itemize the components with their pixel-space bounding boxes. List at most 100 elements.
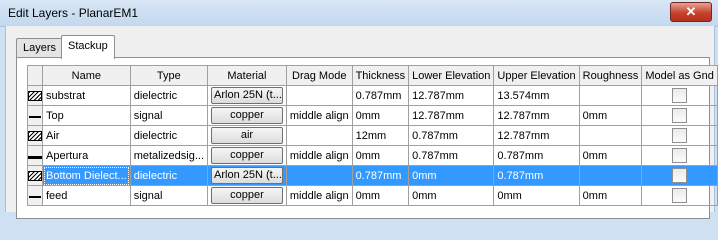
cell-type[interactable]: signal (129, 105, 209, 126)
material-button[interactable]: copper (211, 147, 283, 164)
row-header[interactable] (27, 125, 43, 146)
material-button[interactable]: copper (211, 187, 283, 204)
signal-line-icon (29, 196, 41, 199)
signal-line-icon (29, 116, 41, 119)
cell-model-as-gnd (641, 145, 718, 166)
cell-roughness[interactable]: 0mm (578, 145, 643, 166)
table-row[interactable]: substrat dielectric Arlon 25N (t... 0.78… (27, 85, 718, 106)
cell-upper-elevation[interactable]: 0.787mm (493, 165, 580, 186)
hatched-dielectric-icon (28, 170, 42, 181)
cell-thickness[interactable]: 0mm (351, 105, 410, 126)
cell-drag-mode[interactable]: middle align (285, 105, 353, 126)
cell-thickness[interactable]: 0mm (351, 185, 410, 206)
tab-stackup[interactable]: Stackup (61, 35, 115, 59)
cell-type[interactable]: dielectric (129, 165, 209, 186)
close-button[interactable]: ✕ (670, 2, 712, 22)
col-header-roughness[interactable]: Roughness (578, 65, 643, 86)
cell-roughness[interactable]: 0mm (578, 105, 643, 126)
row-header[interactable] (27, 85, 43, 106)
cell-name[interactable]: Bottom Dielect... (42, 165, 131, 186)
header-corner (27, 65, 43, 86)
row-header[interactable] (27, 165, 43, 186)
cell-lower-elevation[interactable]: 0mm (408, 185, 495, 206)
cell-roughness[interactable]: 0mm (578, 185, 643, 206)
cell-lower-elevation[interactable]: 12.787mm (408, 85, 495, 106)
row-header[interactable] (27, 105, 43, 126)
cell-drag-mode[interactable] (285, 165, 353, 186)
cell-name[interactable]: feed (42, 185, 131, 206)
cell-lower-elevation[interactable]: 0mm (408, 165, 495, 186)
cell-material: Arlon 25N (t... (207, 85, 287, 106)
stackup-grid: Name Type Material Drag Mode Thickness L… (27, 65, 718, 206)
table-row-selected[interactable]: Bottom Dielect... dielectric Arlon 25N (… (27, 165, 718, 186)
cell-upper-elevation[interactable]: 0mm (493, 185, 580, 206)
cell-thickness[interactable]: 0mm (351, 145, 410, 166)
cell-name[interactable]: substrat (42, 85, 131, 106)
cell-drag-mode[interactable] (285, 125, 353, 146)
cell-material: Arlon 25N (t... (207, 165, 287, 186)
material-button[interactable]: Arlon 25N (t... (211, 87, 283, 104)
cell-model-as-gnd (641, 105, 718, 126)
table-row[interactable]: Air dielectric air 12mm 0.787mm 12.787mm (27, 125, 718, 146)
table-row[interactable]: Top signal copper middle align 0mm 12.78… (27, 105, 718, 126)
hatched-dielectric-icon (28, 130, 42, 141)
dialog-client-area: Layers Stackup Name Type Material Drag M… (5, 26, 718, 219)
cell-upper-elevation[interactable]: 12.787mm (493, 105, 580, 126)
model-as-gnd-checkbox[interactable] (672, 108, 688, 123)
cell-material: copper (207, 145, 287, 166)
cell-roughness[interactable] (578, 165, 643, 186)
model-as-gnd-checkbox[interactable] (672, 88, 688, 103)
cell-name[interactable]: Air (42, 125, 131, 146)
model-as-gnd-checkbox[interactable] (672, 148, 688, 163)
cell-type[interactable]: dielectric (129, 125, 209, 146)
col-header-material[interactable]: Material (207, 65, 287, 86)
cell-roughness[interactable] (578, 125, 643, 146)
tab-layers[interactable]: Layers (16, 38, 64, 58)
cell-drag-mode[interactable]: middle align (285, 145, 353, 166)
col-header-lower-elevation[interactable]: Lower Elevation (408, 65, 495, 86)
cell-type[interactable]: metalizedsig... (129, 145, 209, 166)
cell-upper-elevation[interactable]: 13.574mm (493, 85, 580, 106)
cell-thickness[interactable]: 0.787mm (351, 85, 410, 106)
cell-roughness[interactable] (578, 85, 643, 106)
cell-drag-mode[interactable]: middle align (285, 185, 353, 206)
cell-type[interactable]: signal (129, 185, 209, 206)
cell-upper-elevation[interactable]: 12.787mm (493, 125, 580, 146)
material-button[interactable]: air (211, 127, 283, 144)
cell-thickness[interactable]: 0.787mm (351, 165, 410, 186)
hatched-dielectric-icon (28, 90, 42, 101)
cell-name[interactable]: Top (42, 105, 131, 126)
cell-material: air (207, 125, 287, 146)
cell-drag-mode[interactable] (285, 85, 353, 106)
cell-name[interactable]: Apertura (42, 145, 131, 166)
cell-material: copper (207, 105, 287, 126)
col-header-thickness[interactable]: Thickness (351, 65, 410, 86)
table-row[interactable]: feed signal copper middle align 0mm 0mm … (27, 185, 718, 206)
material-button[interactable]: Arlon 25N (t... (211, 167, 283, 184)
cell-model-as-gnd (641, 165, 718, 186)
col-header-name[interactable]: Name (42, 65, 131, 86)
close-icon: ✕ (685, 4, 697, 19)
cell-thickness[interactable]: 12mm (351, 125, 410, 146)
cell-lower-elevation[interactable]: 12.787mm (408, 105, 495, 126)
cell-type[interactable]: dielectric (129, 85, 209, 106)
cell-upper-elevation[interactable]: 0.787mm (493, 145, 580, 166)
model-as-gnd-checkbox[interactable] (672, 168, 688, 183)
model-as-gnd-checkbox[interactable] (672, 188, 688, 203)
cell-lower-elevation[interactable]: 0.787mm (408, 125, 495, 146)
window-title: Edit Layers - PlanarEM1 (8, 6, 139, 20)
material-button[interactable]: copper (211, 107, 283, 124)
cell-lower-elevation[interactable]: 0.787mm (408, 145, 495, 166)
col-header-upper-elevation[interactable]: Upper Elevation (493, 65, 580, 86)
table-row[interactable]: Apertura metalizedsig... copper middle a… (27, 145, 718, 166)
title-bar: Edit Layers - PlanarEM1 ✕ (0, 0, 718, 27)
row-header[interactable] (27, 185, 43, 206)
row-header[interactable] (27, 145, 43, 166)
col-header-type[interactable]: Type (129, 65, 209, 86)
cell-model-as-gnd (641, 125, 718, 146)
col-header-drag-mode[interactable]: Drag Mode (285, 65, 353, 86)
cell-material: copper (207, 185, 287, 206)
col-header-model-as-gnd[interactable]: Model as Gnd (641, 65, 718, 86)
model-as-gnd-checkbox[interactable] (672, 128, 688, 143)
header-row: Name Type Material Drag Mode Thickness L… (27, 65, 718, 86)
